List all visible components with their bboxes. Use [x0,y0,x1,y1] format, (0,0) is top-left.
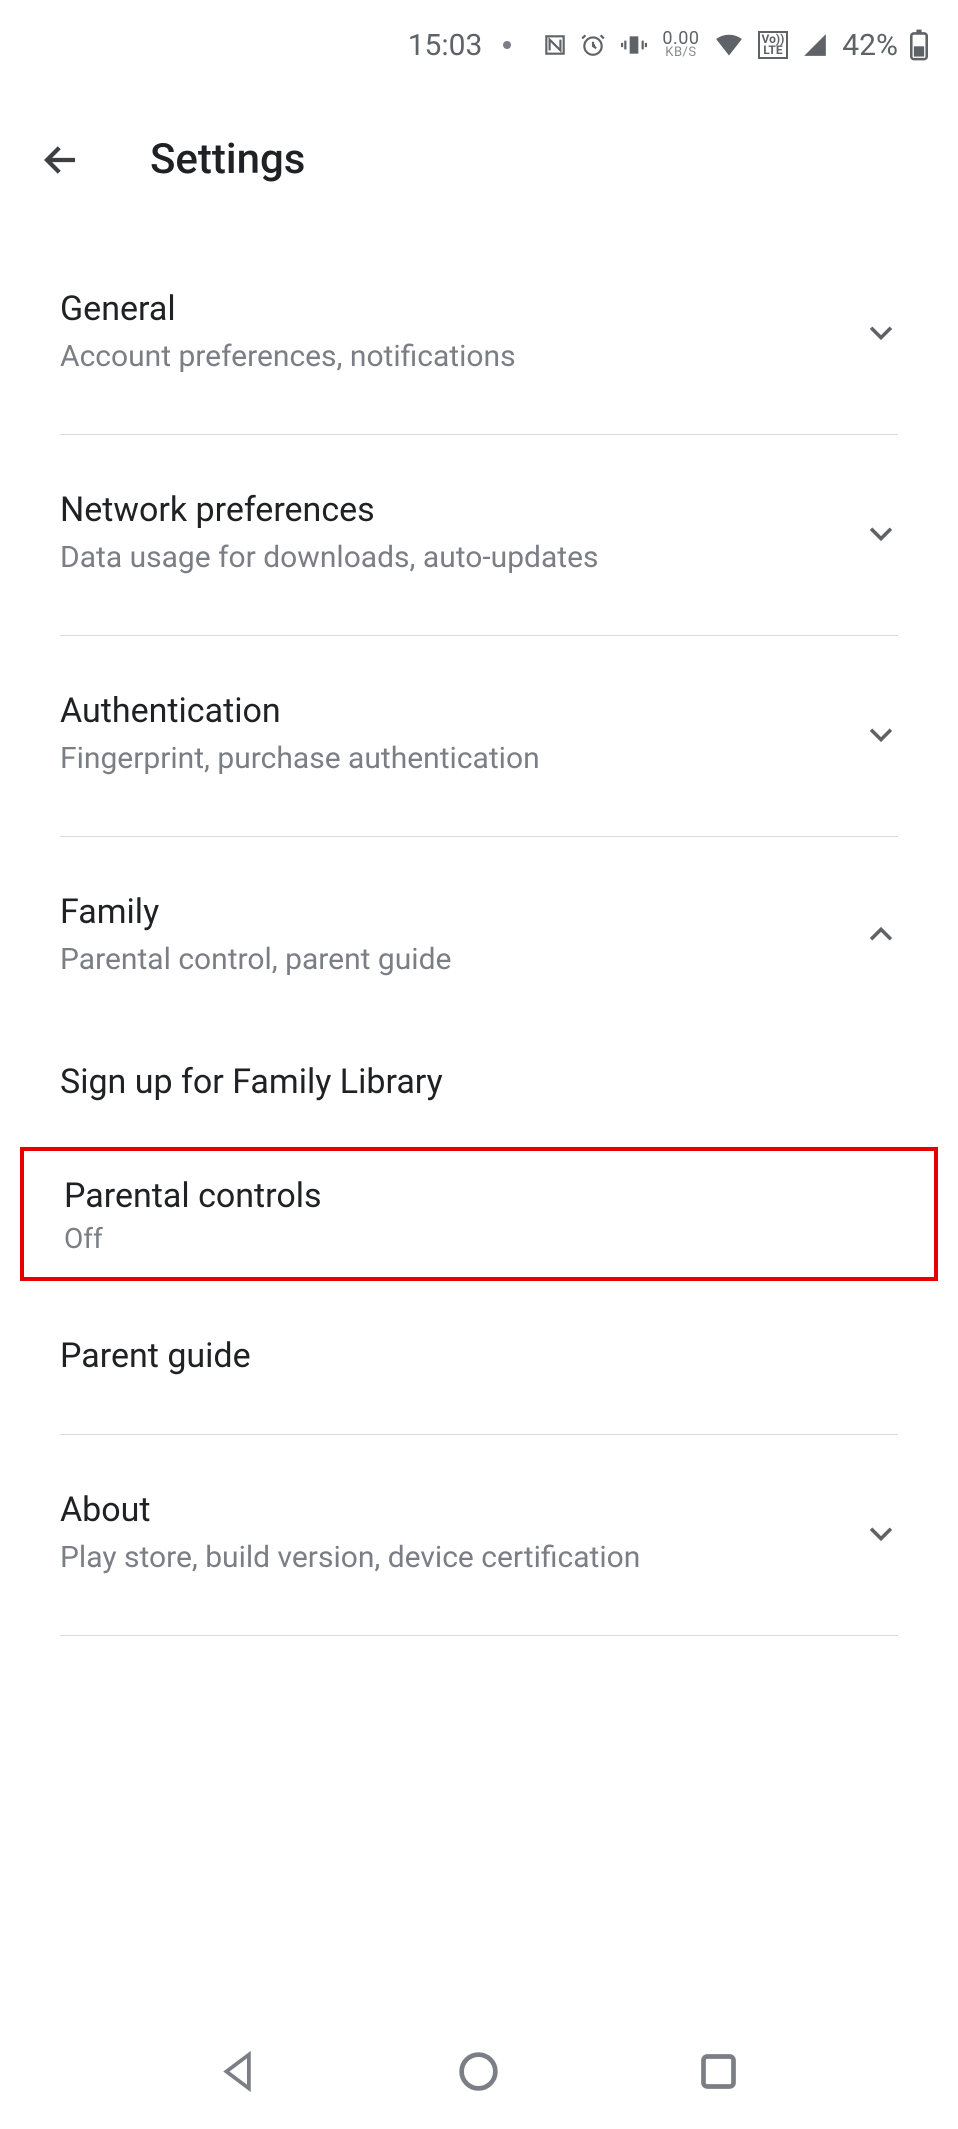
status-bar: 15:03 0.00 KB/S Vo)) LTE 42% [0,0,958,90]
status-separator-dot [503,41,511,49]
item-title: Authentication [60,691,864,731]
sub-item-family-library[interactable]: Sign up for Family Library [60,1017,898,1147]
chevron-down-icon [864,315,898,349]
settings-list: General Account preferences, notificatio… [0,234,958,1636]
navigation-bar [0,2014,958,2129]
chevron-down-icon [864,516,898,550]
item-subtitle: Account preferences, notifications [60,339,864,374]
data-speed-indicator: 0.00 KB/S [662,31,699,59]
nav-back-icon[interactable] [217,2049,262,2094]
sub-item-title: Sign up for Family Library [60,1062,898,1102]
settings-item-about[interactable]: About Play store, build version, device … [60,1435,898,1636]
settings-text: About Play store, build version, device … [60,1490,864,1575]
item-title: About [60,1490,864,1530]
battery-percentage: 42% [842,28,898,63]
battery-icon [910,29,928,61]
app-bar: Settings [0,90,958,234]
item-subtitle: Play store, build version, device certif… [60,1540,864,1575]
settings-text: Authentication Fingerprint, purchase aut… [60,691,864,776]
item-subtitle: Data usage for downloads, auto-updates [60,540,864,575]
page-title: Settings [150,135,305,184]
item-title: Network preferences [60,490,864,530]
chevron-up-icon [864,918,898,952]
chevron-down-icon [864,717,898,751]
settings-item-family[interactable]: Family Parental control, parent guide [60,837,898,1017]
item-title: Family [60,892,864,932]
item-subtitle: Parental control, parent guide [60,942,864,977]
settings-item-network[interactable]: Network preferences Data usage for downl… [60,435,898,636]
nav-home-icon[interactable] [456,2049,501,2094]
volte-bottom: LTE [762,45,785,56]
sub-item-parental-controls[interactable]: Parental controls Off [20,1147,938,1281]
volte-indicator: Vo)) LTE [758,31,789,59]
back-arrow-icon[interactable] [40,139,82,181]
sub-item-status: Off [64,1222,894,1255]
settings-text: General Account preferences, notificatio… [60,289,864,374]
data-speed-unit: KB/S [665,47,696,59]
status-icons-group: 0.00 KB/S Vo)) LTE 42% [542,28,928,63]
cell-signal-icon [800,32,830,58]
vibrate-icon [618,32,650,58]
sub-item-parent-guide[interactable]: Parent guide [60,1281,898,1435]
wifi-icon [712,31,746,59]
item-subtitle: Fingerprint, purchase authentication [60,741,864,776]
sub-item-title: Parent guide [60,1336,898,1376]
nfc-icon [542,32,568,58]
settings-item-authentication[interactable]: Authentication Fingerprint, purchase aut… [60,636,898,837]
nav-recent-icon[interactable] [696,2049,741,2094]
sub-item-title: Parental controls [64,1176,894,1216]
alarm-icon [580,32,606,58]
settings-text: Family Parental control, parent guide [60,892,864,977]
settings-item-general[interactable]: General Account preferences, notificatio… [60,234,898,435]
settings-text: Network preferences Data usage for downl… [60,490,864,575]
item-title: General [60,289,864,329]
status-time: 15:03 [408,28,483,63]
chevron-down-icon [864,1516,898,1550]
